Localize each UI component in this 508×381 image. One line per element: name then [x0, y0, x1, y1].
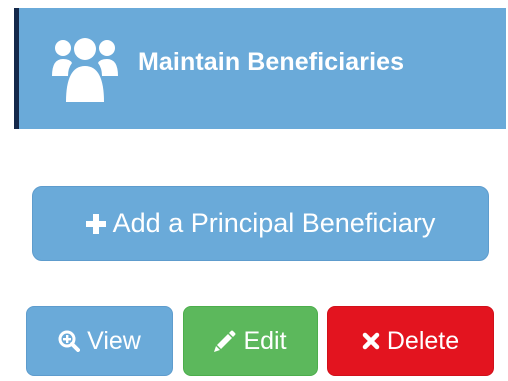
users-group-icon	[52, 38, 118, 102]
edit-button-label: Edit	[243, 326, 287, 355]
page-title: Maintain Beneficiaries	[138, 48, 405, 76]
delete-button-label: Delete	[386, 326, 460, 355]
plus-icon	[85, 213, 106, 234]
view-button[interactable]: View	[26, 306, 173, 376]
edit-button[interactable]: Edit	[183, 306, 318, 376]
add-principal-beneficiary-button[interactable]: Add a Principal Beneficiary	[32, 186, 489, 261]
zoom-in-icon	[58, 330, 81, 352]
times-icon	[362, 332, 380, 350]
delete-button[interactable]: Delete	[327, 306, 494, 376]
view-button-label: View	[87, 326, 141, 355]
add-button-label: Add a Principal Beneficiary	[112, 208, 436, 238]
pencil-icon	[214, 330, 236, 352]
page-header: Maintain Beneficiaries	[14, 8, 506, 129]
page: Maintain Beneficiaries Add a Principal B…	[0, 0, 508, 381]
